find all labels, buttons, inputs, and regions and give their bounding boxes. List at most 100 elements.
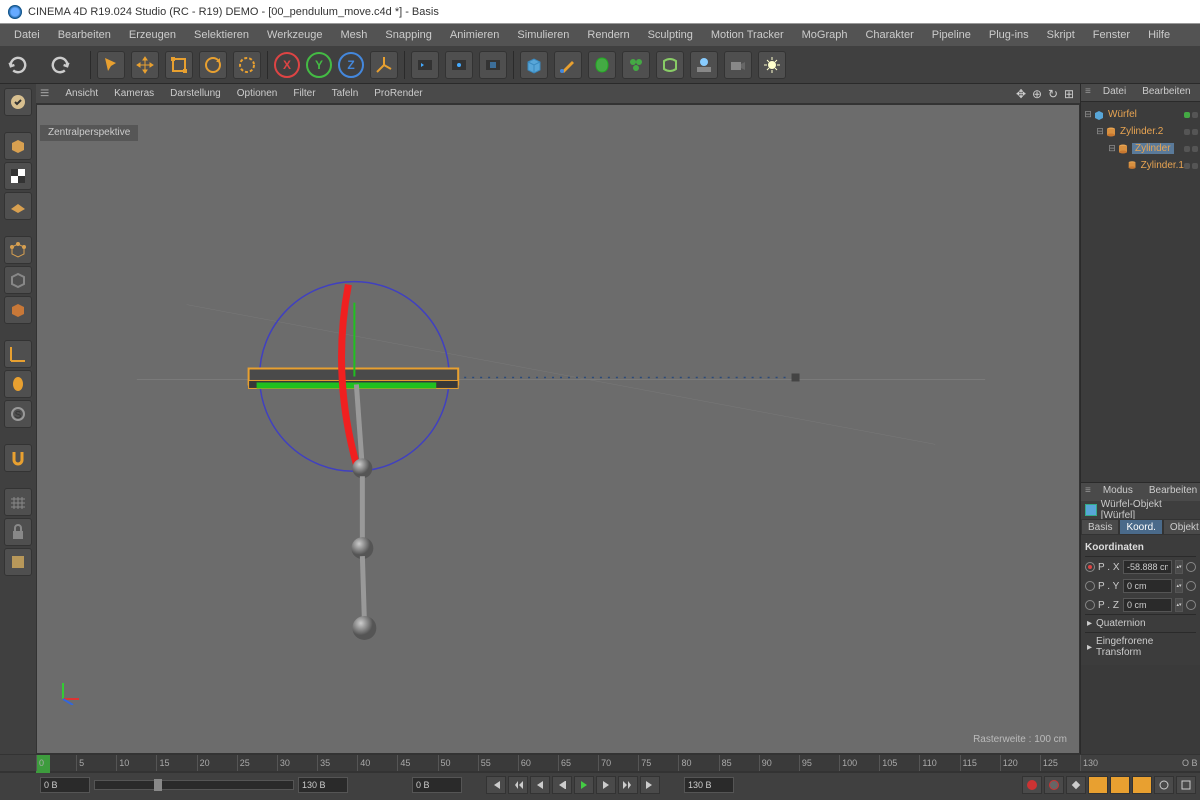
play-forward-icon[interactable] [574, 776, 594, 794]
keyframe-dot-icon[interactable] [1186, 600, 1196, 610]
camera-icon[interactable] [724, 51, 752, 79]
vp-nav-move-icon[interactable]: ✥ [1014, 87, 1028, 101]
vp-menu-darstellung[interactable]: Darstellung [164, 86, 227, 101]
viewport-solo-icon[interactable] [4, 548, 32, 576]
undo-icon[interactable] [6, 55, 30, 75]
menu-erzeugen[interactable]: Erzeugen [121, 26, 184, 44]
lock-icon[interactable] [4, 518, 32, 546]
move-tool[interactable] [131, 51, 159, 79]
range-start-input[interactable] [40, 777, 90, 793]
vp-menu-tafeln[interactable]: Tafeln [326, 86, 365, 101]
magnet-icon[interactable] [4, 444, 32, 472]
vp-menu-prorender[interactable]: ProRender [368, 86, 428, 101]
workgrid-icon[interactable] [4, 488, 32, 516]
spinner-icon[interactable]: ▴▾ [1175, 598, 1183, 612]
y-axis-lock[interactable]: Y [306, 52, 332, 78]
vp-menu-filter[interactable]: Filter [287, 86, 321, 101]
menu-skript[interactable]: Skript [1039, 26, 1083, 44]
object-hierarchy[interactable]: ⊟ Würfel ⊟ Zylinder.2 ⊟ Zylinder ⊟ Zyli [1081, 102, 1200, 482]
om-tab-bearbeiten[interactable]: Bearbeiten [1134, 84, 1198, 101]
menu-pipeline[interactable]: Pipeline [924, 26, 979, 44]
menu-fenster[interactable]: Fenster [1085, 26, 1138, 44]
range-slider[interactable] [94, 780, 294, 790]
coord-system-icon[interactable] [370, 51, 398, 79]
viewport-3d[interactable]: Zentralperspektive [36, 104, 1080, 754]
keyframe-dot-icon[interactable] [1186, 581, 1196, 591]
timeline-ruler[interactable]: 0510152025303540455055606570758085909510… [0, 754, 1200, 772]
hierarchy-row-zylinder2[interactable]: ⊟ Zylinder.2 [1083, 123, 1198, 140]
menu-selektieren[interactable]: Selektieren [186, 26, 257, 44]
vp-menu-optionen[interactable]: Optionen [231, 86, 284, 101]
goto-start-icon[interactable] [486, 776, 506, 794]
range-total-input[interactable] [684, 777, 734, 793]
om-tab-datei[interactable]: Datei [1095, 84, 1134, 101]
menu-bearbeiten[interactable]: Bearbeiten [50, 26, 119, 44]
vp-maximize-icon[interactable]: ⊞ [1062, 87, 1076, 101]
keyframe-dot-icon[interactable] [1085, 581, 1095, 591]
prev-key-icon[interactable] [508, 776, 528, 794]
key-param-icon[interactable] [1154, 776, 1174, 794]
attr-tab-basis[interactable]: Basis [1081, 519, 1119, 535]
keyframe-sel-icon[interactable] [1066, 776, 1086, 794]
live-select-tool[interactable] [97, 51, 125, 79]
primitive-cube-icon[interactable] [520, 51, 548, 79]
menu-mograph[interactable]: MoGraph [794, 26, 856, 44]
keyframe-dot-icon[interactable] [1186, 562, 1196, 572]
hierarchy-row-zylinder1[interactable]: ⊟ Zylinder.1 [1083, 157, 1198, 174]
attr-tab-objekt[interactable]: Objekt [1163, 519, 1200, 535]
z-axis-lock[interactable]: Z [338, 52, 364, 78]
spinner-icon[interactable]: ▴▾ [1175, 560, 1183, 574]
edges-mode-icon[interactable] [4, 266, 32, 294]
snap-toggle-icon[interactable]: S [4, 400, 32, 428]
redo-icon[interactable] [48, 55, 72, 75]
key-rot-icon[interactable] [1132, 776, 1152, 794]
vp-nav-rot-icon[interactable]: ↻ [1046, 87, 1060, 101]
environment-icon[interactable] [690, 51, 718, 79]
keyframe-dot-icon[interactable] [1085, 562, 1095, 572]
key-pla-icon[interactable] [1176, 776, 1196, 794]
menu-motiontracker[interactable]: Motion Tracker [703, 26, 792, 44]
autokey-icon[interactable] [1044, 776, 1064, 794]
nurbs-icon[interactable] [588, 51, 616, 79]
menu-charakter[interactable]: Charakter [857, 26, 921, 44]
prev-frame-icon[interactable] [530, 776, 550, 794]
menu-datei[interactable]: Datei [6, 26, 48, 44]
spinner-icon[interactable]: ▴▾ [1175, 579, 1183, 593]
current-frame-input[interactable] [412, 777, 462, 793]
light-icon[interactable] [758, 51, 786, 79]
attr-frozen-collapse[interactable]: ▸Eingefrorene Transform [1085, 632, 1196, 661]
menu-snapping[interactable]: Snapping [377, 26, 440, 44]
attr-tab-koord[interactable]: Koord. [1119, 519, 1162, 535]
menu-mesh[interactable]: Mesh [332, 26, 375, 44]
x-axis-lock[interactable]: X [274, 52, 300, 78]
goto-end-icon[interactable] [640, 776, 660, 794]
rotate-tool[interactable] [199, 51, 227, 79]
pz-input[interactable] [1123, 598, 1172, 612]
attr-quaternion-collapse[interactable]: ▸Quaternion [1085, 614, 1196, 632]
recent-tool[interactable] [233, 51, 261, 79]
menu-rendern[interactable]: Rendern [579, 26, 637, 44]
menu-plugins[interactable]: Plug-ins [981, 26, 1037, 44]
record-key-icon[interactable] [1022, 776, 1042, 794]
menu-werkzeuge[interactable]: Werkzeuge [259, 26, 330, 44]
px-input[interactable] [1123, 560, 1172, 574]
menu-animieren[interactable]: Animieren [442, 26, 508, 44]
tweak-mode-icon[interactable] [4, 370, 32, 398]
render-settings-icon[interactable] [479, 51, 507, 79]
menu-simulieren[interactable]: Simulieren [509, 26, 577, 44]
vp-menu-ansicht[interactable]: Ansicht [59, 86, 104, 101]
menu-hilfe[interactable]: Hilfe [1140, 26, 1178, 44]
vp-nav-zoom-icon[interactable]: ⊕ [1030, 87, 1044, 101]
next-frame-icon[interactable] [596, 776, 616, 794]
generator-icon[interactable] [622, 51, 650, 79]
render-view-icon[interactable] [411, 51, 439, 79]
py-input[interactable] [1123, 579, 1172, 593]
vp-menu-kameras[interactable]: Kameras [108, 86, 160, 101]
hierarchy-row-zylinder[interactable]: ⊟ Zylinder [1083, 140, 1198, 157]
make-editable-icon[interactable] [4, 88, 32, 116]
key-pos-icon[interactable] [1088, 776, 1108, 794]
deformer-icon[interactable] [656, 51, 684, 79]
keyframe-dot-icon[interactable] [1085, 600, 1095, 610]
polygons-mode-icon[interactable] [4, 296, 32, 324]
next-key-icon[interactable] [618, 776, 638, 794]
